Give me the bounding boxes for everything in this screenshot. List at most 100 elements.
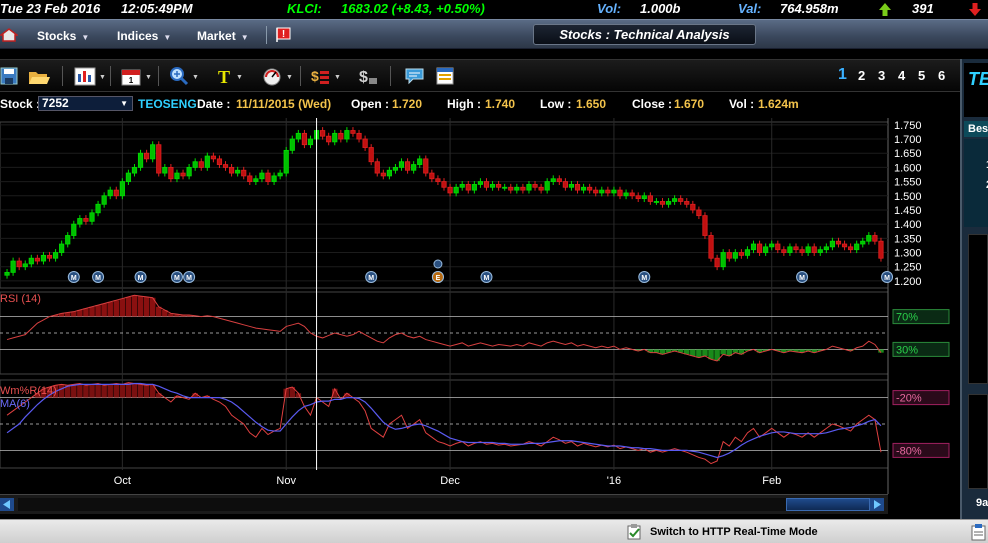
scroll-left-icon[interactable] (0, 498, 14, 511)
candle-body (259, 172, 265, 180)
menu-market[interactable]: Market ▼ (197, 29, 249, 43)
candle-body (22, 263, 28, 268)
price-tick-label: 1.200 (894, 276, 922, 288)
candle-body (411, 164, 417, 171)
candle-body (489, 184, 496, 188)
candle-body (483, 181, 490, 188)
candle-body (453, 186, 459, 194)
page-tab-2[interactable]: 2 (858, 68, 865, 83)
page-tab-4[interactable]: 4 (898, 68, 905, 83)
menu-bar: Stocks ▼ Indices ▼ Market ▼ ! Stocks : Tech… (0, 19, 988, 49)
candle-body (95, 203, 101, 214)
stock-code-select[interactable]: 7252 ▼ (38, 96, 133, 111)
candle-body (641, 195, 647, 200)
clipboard-icon[interactable] (970, 523, 988, 543)
text-tool-icon[interactable]: T (215, 66, 235, 87)
scroll-thumb[interactable] (786, 498, 870, 511)
open-icon[interactable] (28, 66, 50, 86)
chart-scrollbar[interactable] (0, 494, 888, 514)
dollar-icon[interactable]: $ (357, 66, 377, 86)
candle-body (653, 201, 660, 203)
scroll-track[interactable] (18, 498, 870, 511)
toolbar-divider (300, 66, 301, 86)
comment-icon[interactable] (404, 66, 424, 86)
candle-body (180, 172, 186, 177)
candle-body (708, 235, 714, 259)
candle-body (756, 243, 763, 253)
calendar-icon[interactable]: 1 (121, 66, 141, 86)
app-window: Tue 23 Feb 2016 12:05:49PM KLCI: 1683.02… (0, 0, 988, 543)
svg-text:M: M (95, 275, 101, 282)
menu-indices[interactable]: Indices ▼ (117, 29, 171, 43)
dividend-marker: M (170, 271, 183, 283)
volume-value: 1.000b (640, 1, 681, 16)
wr-level-badge: -20% (892, 390, 950, 406)
chevron-down-icon[interactable]: ▼ (236, 74, 243, 81)
http-mode-link[interactable]: Switch to HTTP Real-Time Mode (650, 526, 818, 538)
ticker-date: Tue 23 Feb 2016 (0, 1, 101, 16)
vol-value: 1.624m (758, 97, 799, 111)
candle-body (46, 254, 53, 259)
page-tab-3[interactable]: 3 (878, 68, 885, 83)
candle-body (137, 152, 144, 168)
clipboard-check-icon[interactable] (626, 524, 644, 543)
value-value: 764.958m (780, 1, 839, 16)
candle-body (684, 201, 690, 205)
page-tab-6[interactable]: 6 (938, 68, 945, 83)
candle-body (635, 195, 641, 200)
high-value: 1.740 (485, 97, 516, 111)
menu-stocks[interactable]: Stocks ▼ (37, 29, 89, 43)
candle-body (344, 130, 350, 140)
candle-body (101, 195, 107, 205)
table-icon[interactable] (436, 66, 456, 86)
svg-text:M: M (884, 275, 890, 282)
svg-text:M: M (138, 275, 144, 282)
gainers-count: 391 (912, 1, 934, 16)
save-icon[interactable] (0, 66, 20, 86)
chevron-down-icon: ▼ (163, 33, 172, 42)
chevron-down-icon[interactable]: ▼ (99, 74, 106, 81)
home-icon[interactable] (0, 28, 20, 47)
chevron-down-icon[interactable]: ▼ (145, 74, 152, 81)
page-tab-5[interactable]: 5 (918, 68, 925, 83)
candle-body (404, 161, 411, 171)
candle-body (228, 167, 235, 174)
alert-flag-icon[interactable]: ! (275, 26, 293, 48)
candle-body (441, 181, 447, 188)
chevron-down-icon[interactable]: ▼ (334, 74, 341, 81)
candle-body (544, 181, 550, 191)
zoom-icon[interactable] (168, 66, 189, 86)
candle-body (28, 257, 34, 265)
scroll-right-icon[interactable] (870, 498, 884, 511)
currency-icon[interactable]: $ (310, 66, 330, 86)
svg-text:-80%: -80% (896, 445, 922, 457)
candle-body (417, 158, 423, 165)
candle-body (368, 147, 374, 163)
svg-text:M: M (368, 275, 374, 282)
candle-body (678, 198, 684, 202)
candle-body (447, 186, 453, 194)
price-tick-label: 1.500 (894, 191, 922, 203)
candle-body (781, 249, 787, 253)
dividend-marker: M (92, 271, 105, 283)
chart-type-icon[interactable] (74, 66, 96, 86)
klci-label: KLCI: (287, 1, 322, 16)
dividend-marker: M (134, 271, 147, 283)
candle-body (398, 161, 405, 168)
gauge-icon[interactable] (262, 66, 282, 86)
chevron-down-icon[interactable]: ▼ (286, 74, 293, 81)
chevron-down-icon[interactable]: ▼ (192, 74, 199, 81)
menu-market-label: Market (197, 29, 236, 43)
candle-body (168, 167, 174, 180)
dividend-marker: M (881, 271, 894, 283)
candle-body (210, 155, 216, 160)
time-axis-label: 9a (976, 497, 988, 509)
chart-svg[interactable]: 1.750 1.700 1.650 1.600 1.550 1.500 1.450 1.400… (0, 118, 960, 496)
candle-body (496, 184, 502, 188)
technical-chart[interactable]: 1.750 1.700 1.650 1.600 1.550 1.500 1.450 1.400… (0, 118, 960, 496)
candle-body (277, 172, 283, 177)
candle-body (526, 184, 532, 191)
page-tab-1[interactable]: 1 (838, 66, 847, 84)
svg-text:M: M (799, 275, 805, 282)
candle-body (435, 178, 441, 182)
